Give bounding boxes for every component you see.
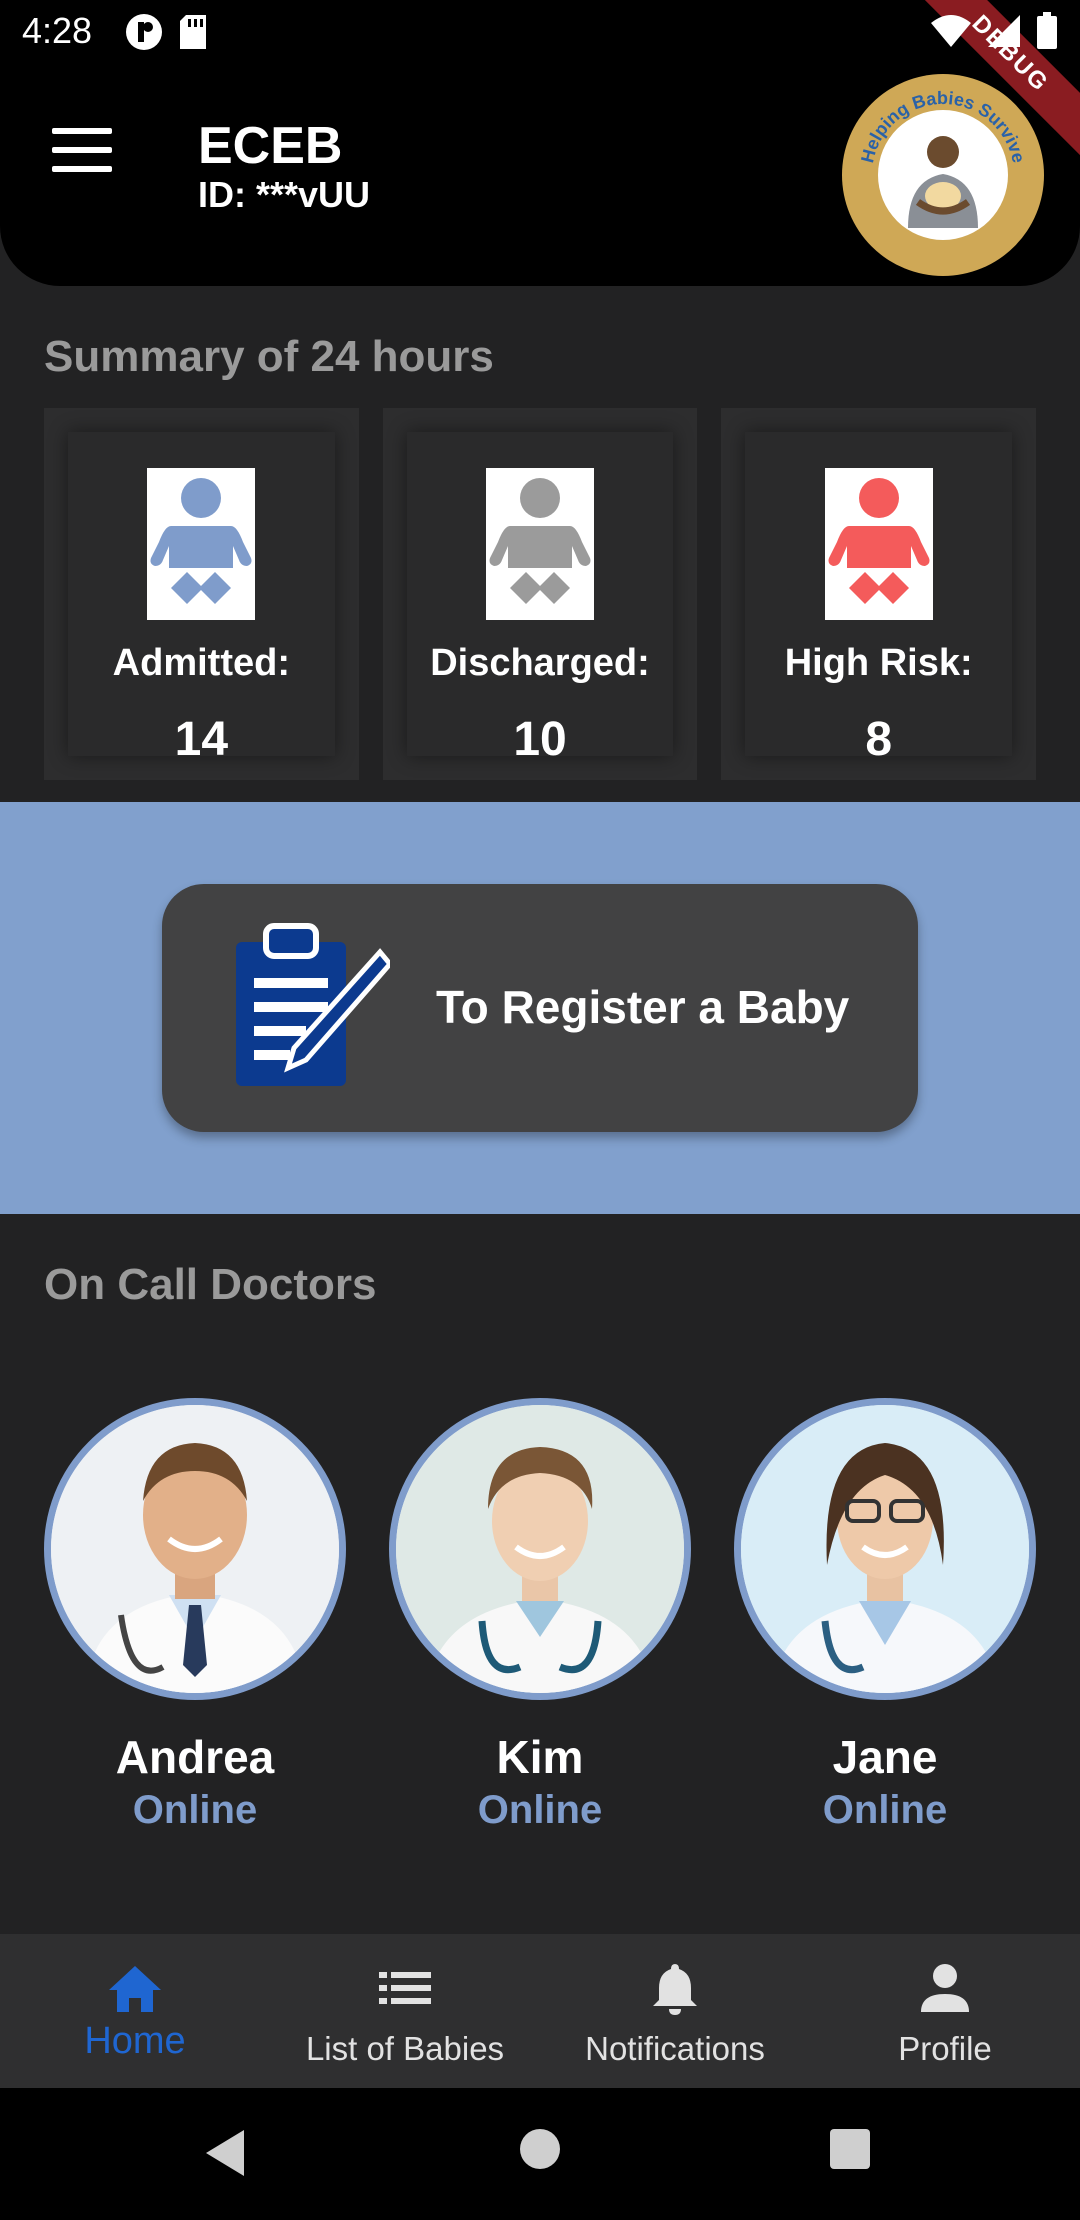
admitted-label: Admitted: <box>112 642 290 684</box>
home-icon <box>109 1966 161 2012</box>
doctor-card-andrea[interactable]: Andrea Online <box>44 1398 346 1833</box>
status-time: 4:28 <box>22 10 93 51</box>
home-circle-icon[interactable] <box>519 2128 561 2170</box>
helping-babies-survive-logo: Helping Babies Survive <box>842 74 1044 276</box>
battery-icon <box>1037 12 1057 49</box>
doctor-name: Andrea <box>115 1731 275 1783</box>
wifi-icon <box>931 15 971 47</box>
admitted-card[interactable]: Admitted: 14 <box>44 408 359 780</box>
doctor-avatar[interactable] <box>44 1398 346 1700</box>
person-icon <box>921 1964 969 2012</box>
signal-icon <box>988 15 1020 47</box>
nav-home-label: Home <box>84 2020 186 2062</box>
register-baby-label: To Register a Baby <box>436 981 850 1033</box>
high-risk-card[interactable]: High Risk: 8 <box>721 408 1037 780</box>
bell-icon <box>653 1964 697 2015</box>
doctor-name: Jane <box>832 1731 938 1783</box>
nav-notifications[interactable]: Notifications <box>540 1934 810 2088</box>
bottom-navigation: Home List of Babies Notifications Profil… <box>0 1934 1080 2088</box>
doctor-card-kim[interactable]: Kim Online <box>389 1398 691 1833</box>
clipboard-edit-icon <box>236 923 390 1086</box>
nav-notifications-label: Notifications <box>585 2030 765 2067</box>
app-notification-icon <box>126 14 162 50</box>
sd-card-icon <box>180 15 206 49</box>
doctor-avatar[interactable] <box>389 1398 691 1700</box>
summary-title: Summary of 24 hours <box>44 332 494 381</box>
system-navigation-bar <box>0 2088 1080 2220</box>
status-bar: 4:28 <box>0 0 1080 64</box>
doctor-status: Online <box>822 1788 948 1832</box>
nav-home[interactable]: Home <box>0 1934 270 2088</box>
baby-high-risk-icon <box>824 468 933 620</box>
doctors-title: On Call Doctors <box>44 1260 377 1309</box>
discharged-card[interactable]: Discharged: 10 <box>382 408 698 780</box>
menu-icon[interactable] <box>52 128 112 172</box>
doctor-status: Online <box>477 1788 603 1832</box>
nav-profile-label: Profile <box>898 2030 992 2067</box>
admitted-count: 14 <box>174 713 229 766</box>
back-icon[interactable] <box>204 2128 248 2178</box>
baby-discharged-icon <box>486 468 594 620</box>
nav-profile[interactable]: Profile <box>810 1934 1080 2088</box>
doctor-card-jane[interactable]: Jane Online <box>734 1398 1036 1833</box>
high-risk-count: 8 <box>865 713 893 766</box>
doctor-status: Online <box>132 1788 258 1832</box>
high-risk-label: High Risk: <box>784 642 973 684</box>
discharged-count: 10 <box>513 713 567 766</box>
nav-list-of-babies-label: List of Babies <box>305 2030 505 2067</box>
register-baby-button[interactable]: To Register a Baby <box>162 884 918 1132</box>
app-title: ECEB <box>198 117 343 175</box>
recents-square-icon[interactable] <box>829 2128 871 2170</box>
baby-admitted-icon <box>147 468 256 620</box>
doctor-avatar[interactable] <box>734 1398 1036 1700</box>
register-section: To Register a Baby <box>0 802 1080 1214</box>
user-id: ID: ***vUU <box>198 174 371 215</box>
discharged-label: Discharged: <box>430 642 650 684</box>
summary-cards: Admitted: 14 Discharged: 10 High Risk: 8 <box>44 408 1037 780</box>
list-icon <box>379 1972 431 2004</box>
doctor-name: Kim <box>496 1731 584 1783</box>
nav-list-of-babies[interactable]: List of Babies <box>270 1934 540 2088</box>
